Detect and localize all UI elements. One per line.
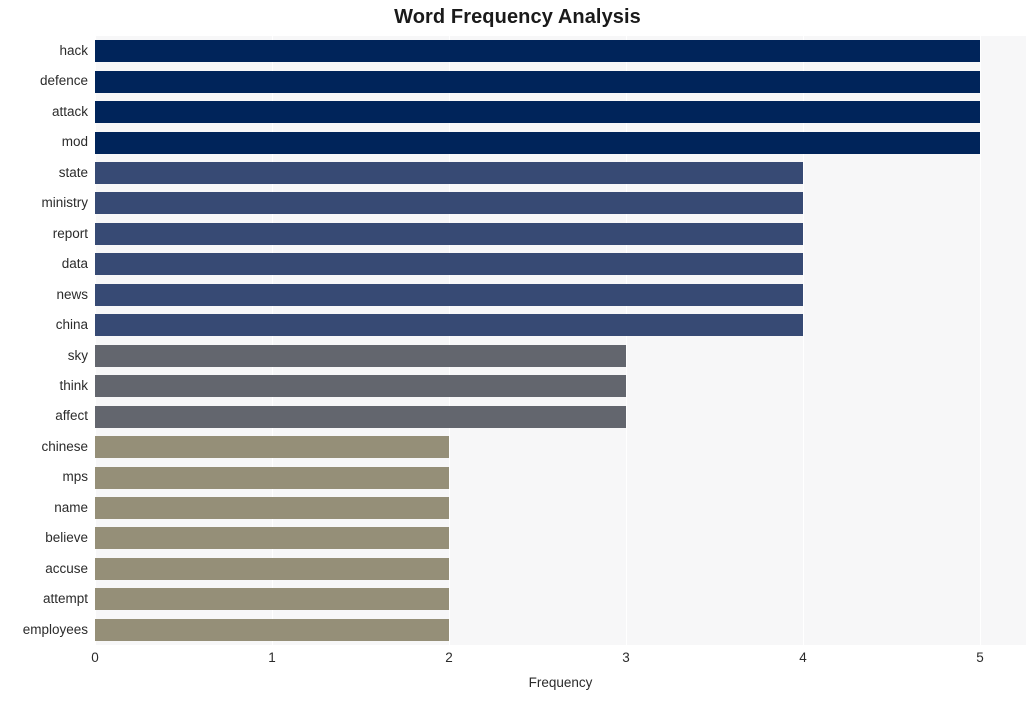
bar-row <box>95 584 1026 614</box>
y-tick-label-state: state <box>58 164 88 180</box>
x-tick-label-5: 5 <box>976 650 984 665</box>
bar-row <box>95 615 1026 645</box>
y-tick-label-affect: affect <box>55 408 88 424</box>
bar-row <box>95 249 1026 279</box>
bar-row <box>95 554 1026 584</box>
chart-title: Word Frequency Analysis <box>394 6 641 28</box>
bar-row <box>95 341 1026 371</box>
bar-hack <box>95 40 980 63</box>
bar-believe <box>95 527 449 550</box>
bar-defence <box>95 70 980 93</box>
y-tick-label-news: news <box>56 286 88 302</box>
bar-data <box>95 253 803 276</box>
y-tick-label-hack: hack <box>59 43 88 58</box>
y-tick-label-mps: mps <box>62 469 88 485</box>
bar-row <box>95 432 1026 462</box>
bar-name <box>95 496 449 519</box>
bar-row <box>95 523 1026 553</box>
y-tick-label-accuse: accuse <box>45 560 88 576</box>
y-tick-label-ministry: ministry <box>41 195 89 211</box>
y-tick-label-employees: employees <box>22 621 88 637</box>
y-tick-label-report: report <box>52 225 88 241</box>
bar-accuse <box>95 557 449 580</box>
bar-row <box>95 188 1026 218</box>
bar-row <box>95 97 1026 127</box>
bar-mps <box>95 466 449 489</box>
bar-news <box>95 283 803 306</box>
x-tick-label-1: 1 <box>268 650 276 665</box>
y-tick-label-sky: sky <box>67 347 88 363</box>
y-tick-label-attack: attack <box>51 103 88 119</box>
bar-ministry <box>95 192 803 215</box>
y-axis-tick-labels: hack defence attack mod state ministry report d… <box>0 36 88 645</box>
x-axis-title: Frequency <box>528 675 593 690</box>
y-tick-label-think: think <box>59 377 88 393</box>
y-tick-label-chinese: chinese <box>41 438 88 454</box>
bar-mod <box>95 131 980 154</box>
bar-row <box>95 401 1026 431</box>
bar-employees <box>95 618 449 641</box>
bar-row <box>95 310 1026 340</box>
bar-sky <box>95 344 626 367</box>
bar-chinese <box>95 436 449 459</box>
bar-attempt <box>95 588 449 611</box>
y-tick-label-attempt: attempt <box>42 591 88 607</box>
y-tick-label-china: china <box>55 317 88 333</box>
bar-think <box>95 375 626 398</box>
y-tick-label-mod: mod <box>61 134 88 150</box>
bar-row <box>95 219 1026 249</box>
bar-row <box>95 280 1026 310</box>
bar-row <box>95 158 1026 188</box>
bars-layer <box>95 36 1026 645</box>
bar-row <box>95 493 1026 523</box>
bar-row <box>95 66 1026 96</box>
bar-row <box>95 462 1026 492</box>
bar-china <box>95 314 803 337</box>
bar-affect <box>95 405 626 428</box>
x-tick-label-3: 3 <box>622 650 630 665</box>
x-tick-label-4: 4 <box>799 650 807 665</box>
bar-state <box>95 162 803 185</box>
bar-report <box>95 222 803 245</box>
y-tick-label-name: name <box>54 499 88 515</box>
bar-row <box>95 36 1026 66</box>
plot-area <box>95 36 1026 645</box>
bar-row <box>95 127 1026 157</box>
y-tick-label-believe: believe <box>45 530 88 546</box>
y-tick-label-data: data <box>61 256 88 272</box>
bar-attack <box>95 101 980 124</box>
x-tick-label-0: 0 <box>91 650 99 665</box>
chart-figure: Word Frequency Analysis hack defence attac… <box>0 0 1035 701</box>
y-tick-label-defence: defence <box>39 73 88 89</box>
bar-row <box>95 371 1026 401</box>
x-tick-label-2: 2 <box>445 650 453 665</box>
x-axis-tick-labels: 0 1 2 3 4 5 <box>0 650 1035 672</box>
